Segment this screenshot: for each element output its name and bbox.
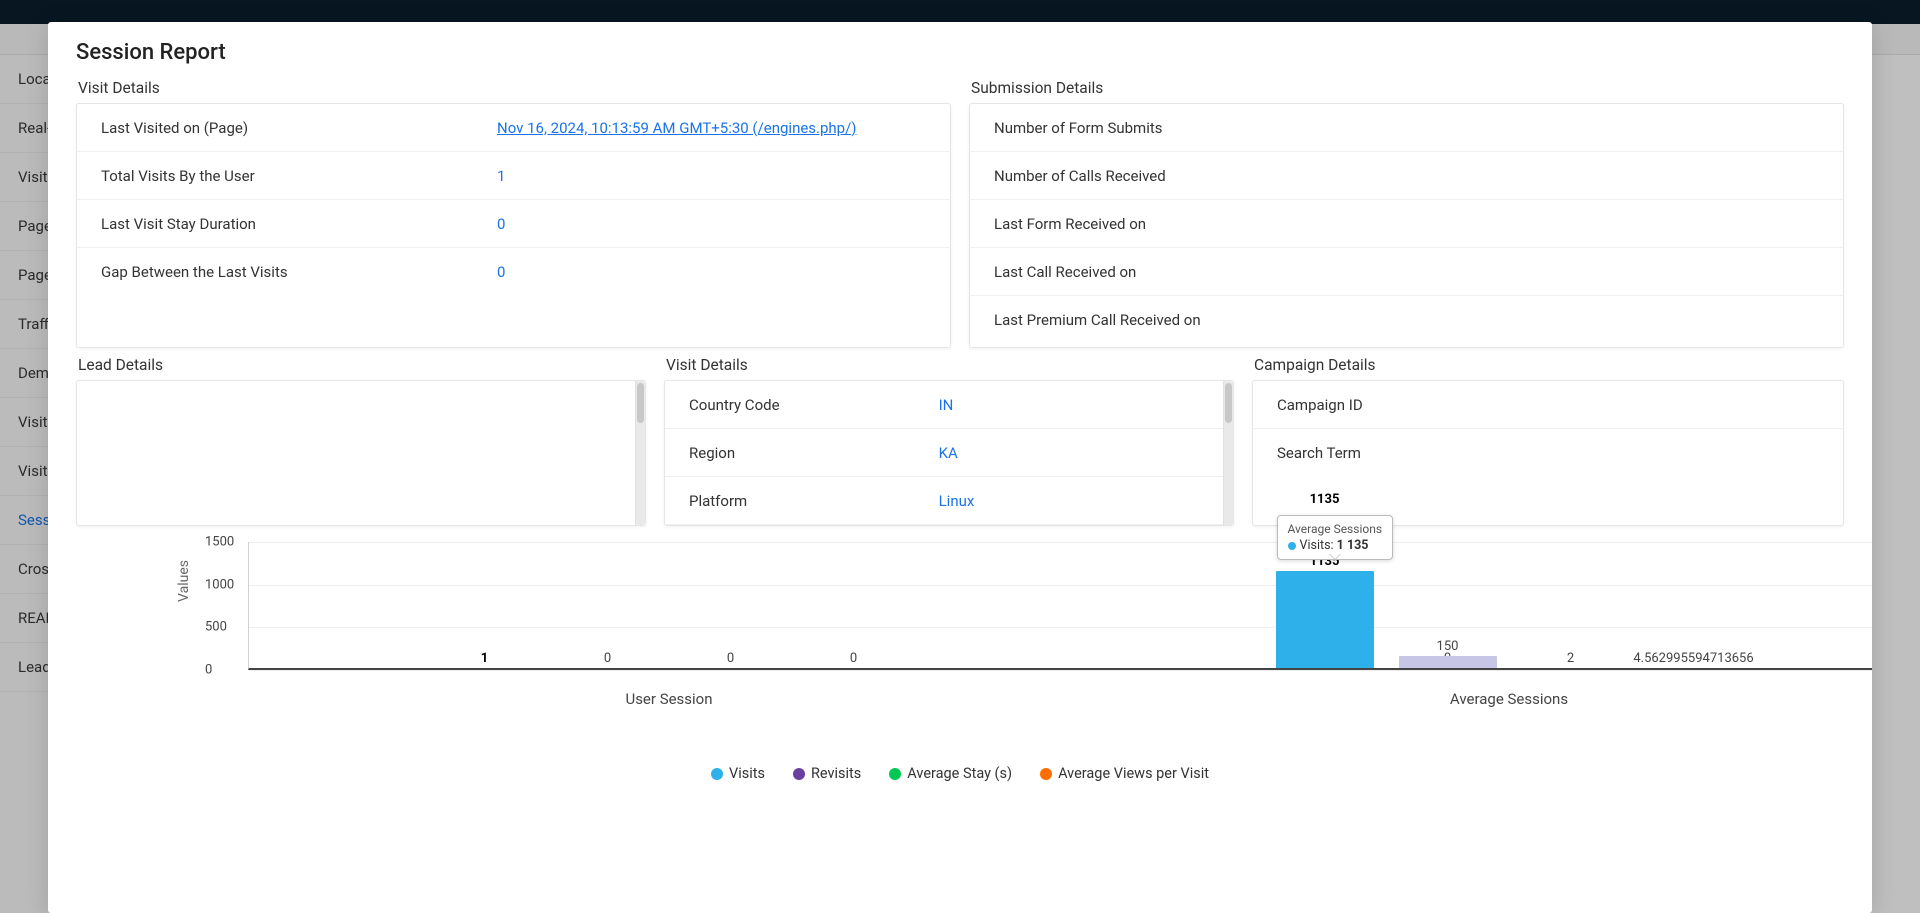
- submission-details-panel: Number of Form Submits Number of Calls R…: [969, 103, 1844, 348]
- visit-details2-heading: Visit Details: [666, 356, 1234, 374]
- legend-dot-icon: [711, 768, 723, 780]
- kv-country: Country Code IN: [665, 381, 1233, 429]
- kv-label: Last Form Received on: [994, 215, 1390, 233]
- kv-label: Last Call Received on: [994, 263, 1390, 281]
- kv-label: Gap Between the Last Visits: [101, 263, 497, 281]
- kv-label: Last Visited on (Page): [101, 119, 497, 137]
- kv-label: Region: [689, 444, 939, 462]
- kv-value: 0: [497, 215, 505, 233]
- modal-title: Session Report: [76, 40, 1844, 65]
- kv-value: 1: [497, 167, 505, 185]
- kv-last-visited: Last Visited on (Page) Nov 16, 2024, 10:…: [77, 104, 950, 152]
- legend-dot-icon: [1040, 768, 1052, 780]
- kv-search-term: Search Term: [1253, 429, 1843, 477]
- kv-value-last-visited[interactable]: Nov 16, 2024, 10:13:59 AM GMT+5:30 (/eng…: [497, 119, 857, 137]
- chart-yaxis-label: Values: [176, 560, 192, 602]
- scrollbar[interactable]: [1223, 381, 1233, 525]
- legend-visits[interactable]: Visits: [711, 765, 765, 782]
- chart-bar-label: 0: [604, 651, 611, 666]
- legend-dot-icon: [793, 768, 805, 780]
- chart-legend: Visits Revisits Average Stay (s) Average…: [76, 765, 1844, 782]
- chart-bar-label: 0: [727, 651, 734, 666]
- legend-avg-views[interactable]: Average Views per Visit: [1040, 765, 1209, 782]
- visit-details-panel: Last Visited on (Page) Nov 16, 2024, 10:…: [76, 103, 951, 348]
- kv-label: Campaign ID: [1277, 396, 1537, 414]
- kv-value: IN: [939, 396, 954, 414]
- campaign-details-panel: Campaign ID Search Term: [1252, 380, 1844, 526]
- lead-details-panel: [76, 380, 646, 526]
- chart-bar-label: 1135: [1310, 492, 1340, 507]
- kv-label: Total Visits By the User: [101, 167, 497, 185]
- session-chart: Values 050010001500User Session1000Avera…: [76, 532, 1844, 732]
- chart-plot-area: 050010001500User Session1000Average Sess…: [248, 542, 1872, 670]
- chart-bar-label: 1: [481, 651, 488, 666]
- legend-label: Average Views per Visit: [1058, 765, 1209, 782]
- kv-form-submits: Number of Form Submits: [970, 104, 1843, 152]
- kv-label: Last Visit Stay Duration: [101, 215, 497, 233]
- chart-bar-label: 4.562995594713656: [1633, 651, 1753, 666]
- scrollbar-thumb[interactable]: [1225, 383, 1232, 423]
- kv-last-form: Last Form Received on: [970, 200, 1843, 248]
- legend-dot-icon: [889, 768, 901, 780]
- kv-value: KA: [939, 444, 958, 462]
- scrollbar-thumb[interactable]: [637, 383, 644, 423]
- kv-last-call: Last Call Received on: [970, 248, 1843, 296]
- visit-details-heading: Visit Details: [78, 79, 951, 97]
- kv-label: Last Premium Call Received on: [994, 311, 1390, 329]
- chart-bar-label: 2: [1567, 651, 1574, 666]
- visit-details2-panel: Country Code IN Region KA Platform Linux: [664, 380, 1234, 526]
- kv-label: Number of Calls Received: [994, 167, 1390, 185]
- legend-label: Average Stay (s): [907, 765, 1012, 782]
- chart-bar[interactable]: [1276, 571, 1374, 668]
- kv-gap: Gap Between the Last Visits 0: [77, 248, 950, 296]
- kv-platform: Platform Linux: [665, 477, 1233, 525]
- chart-ytick: 1500: [205, 535, 234, 550]
- chart-ytick: 1000: [205, 577, 234, 592]
- lead-details-heading: Lead Details: [78, 356, 646, 374]
- chart-ytick: 500: [205, 620, 227, 635]
- campaign-details-heading: Campaign Details: [1254, 356, 1844, 374]
- legend-revisits[interactable]: Revisits: [793, 765, 861, 782]
- kv-total-visits: Total Visits By the User 1: [77, 152, 950, 200]
- kv-last-premium: Last Premium Call Received on: [970, 296, 1843, 344]
- chart-bar[interactable]: [1399, 656, 1497, 668]
- chart-bar-label: 150: [1437, 639, 1459, 654]
- session-report-modal: Session Report Visit Details Last Visite…: [48, 22, 1872, 913]
- chart-tooltip: Average SessionsVisits: 1 135: [1277, 515, 1394, 560]
- kv-label: Country Code: [689, 396, 939, 414]
- kv-value: Linux: [939, 492, 975, 510]
- legend-label: Visits: [729, 765, 765, 782]
- chart-group-label: User Session: [625, 690, 712, 708]
- kv-value: 0: [497, 263, 505, 281]
- chart-ytick: 0: [205, 663, 212, 678]
- kv-region: Region KA: [665, 429, 1233, 477]
- kv-label: Platform: [689, 492, 939, 510]
- kv-campaign-id: Campaign ID: [1253, 381, 1843, 429]
- chart-bar-label: 0: [850, 651, 857, 666]
- legend-avg-stay[interactable]: Average Stay (s): [889, 765, 1012, 782]
- kv-stay-duration: Last Visit Stay Duration 0: [77, 200, 950, 248]
- scrollbar[interactable]: [635, 381, 645, 525]
- kv-label: Number of Form Submits: [994, 119, 1390, 137]
- kv-label: Search Term: [1277, 444, 1537, 462]
- legend-label: Revisits: [811, 765, 861, 782]
- chart-group-label: Average Sessions: [1450, 690, 1568, 708]
- submission-details-heading: Submission Details: [971, 79, 1844, 97]
- kv-calls: Number of Calls Received: [970, 152, 1843, 200]
